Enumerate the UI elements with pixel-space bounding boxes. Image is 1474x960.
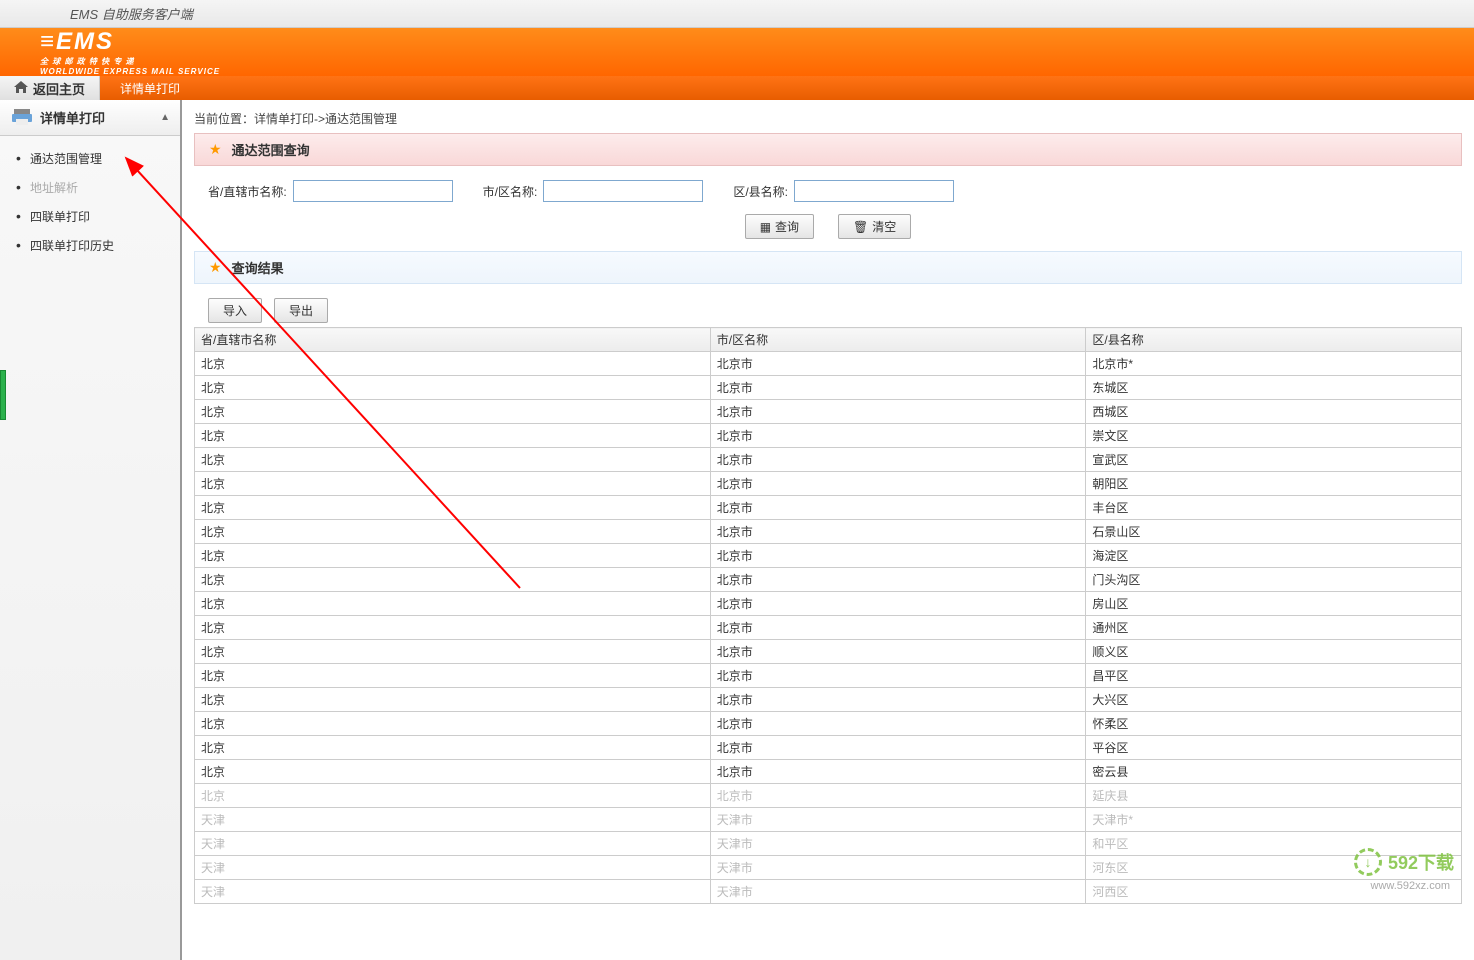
- table-header-0: 省/直辖市名称: [195, 328, 711, 352]
- clear-button[interactable]: 🗑 清空: [838, 214, 911, 239]
- city-input[interactable]: [543, 180, 703, 202]
- table-row[interactable]: 天津天津市河东区: [195, 856, 1462, 880]
- table-row[interactable]: 北京北京市海淀区: [195, 544, 1462, 568]
- export-button-label: 导出: [289, 302, 313, 319]
- import-button-label: 导入: [223, 302, 247, 319]
- table-row[interactable]: 北京北京市平谷区: [195, 736, 1462, 760]
- table-row[interactable]: 北京北京市门头沟区: [195, 568, 1462, 592]
- watermark-icon: ↓: [1354, 848, 1382, 876]
- table-row[interactable]: 北京北京市丰台区: [195, 496, 1462, 520]
- star-icon: ★: [209, 259, 222, 276]
- table-row[interactable]: 北京北京市顺义区: [195, 640, 1462, 664]
- printer-icon: [10, 109, 34, 127]
- county-input[interactable]: [794, 180, 954, 202]
- query-button[interactable]: ▦ 查询: [745, 214, 814, 239]
- query-button-label: 查询: [775, 218, 799, 235]
- watermark-text: 592下载: [1388, 849, 1454, 875]
- table-row[interactable]: 北京北京市房山区: [195, 592, 1462, 616]
- breadcrumb: 当前位置：详情单打印->通达范围管理: [194, 110, 1462, 127]
- table-row[interactable]: 天津天津市河西区: [195, 880, 1462, 904]
- import-export-row: 导入 导出: [194, 294, 1462, 327]
- header-banner: ≡EMS 全 球 邮 政 特 快 专 递 WORLDWIDE EXPRESS M…: [0, 28, 1474, 76]
- table-row[interactable]: 北京北京市大兴区: [195, 688, 1462, 712]
- table-row[interactable]: 北京北京市北京市*: [195, 352, 1462, 376]
- star-icon: ★: [209, 141, 222, 158]
- table-row[interactable]: 北京北京市崇文区: [195, 424, 1462, 448]
- sidebar-item-1[interactable]: 地址解析: [0, 173, 180, 202]
- sidebar-item-2[interactable]: 四联单打印: [0, 202, 180, 231]
- table-header-2: 区/县名称: [1086, 328, 1462, 352]
- button-row: ▦ 查询 🗑 清空: [194, 214, 1462, 251]
- sidebar: 详情单打印 ▲ 通达范围管理地址解析四联单打印四联单打印历史: [0, 100, 182, 960]
- export-button[interactable]: 导出: [274, 298, 328, 323]
- nav-bar: 返回主页 详情单打印: [0, 76, 1474, 100]
- result-table: 省/直辖市名称市/区名称区/县名称 北京北京市北京市*北京北京市东城区北京北京市…: [194, 327, 1462, 904]
- nav-active-tab[interactable]: 详情单打印: [100, 76, 280, 100]
- table-header-1: 市/区名称: [710, 328, 1086, 352]
- section-query-title: 通达范围查询: [232, 140, 310, 159]
- province-input[interactable]: [293, 180, 453, 202]
- province-label: 省/直辖市名称:: [208, 183, 287, 200]
- table-row[interactable]: 北京北京市东城区: [195, 376, 1462, 400]
- sidebar-item-3[interactable]: 四联单打印历史: [0, 231, 180, 260]
- import-button[interactable]: 导入: [208, 298, 262, 323]
- clear-button-label: 清空: [872, 218, 896, 235]
- table-row[interactable]: 北京北京市通州区: [195, 616, 1462, 640]
- window-title-bar: EMS 自助服务客户端: [0, 0, 1474, 28]
- table-row[interactable]: 北京北京市石景山区: [195, 520, 1462, 544]
- content-area: 当前位置：详情单打印->通达范围管理 ★ 通达范围查询 省/直辖市名称: 市/区…: [182, 100, 1474, 960]
- table-row[interactable]: 北京北京市密云县: [195, 760, 1462, 784]
- logo-sub-en: WORLDWIDE EXPRESS MAIL SERVICE: [40, 67, 220, 76]
- city-label: 市/区名称:: [483, 183, 538, 200]
- table-row[interactable]: 天津天津市和平区: [195, 832, 1462, 856]
- sidebar-menu: 通达范围管理地址解析四联单打印四联单打印历史: [0, 136, 180, 268]
- nav-tab-label: 详情单打印: [120, 80, 180, 97]
- section-result-title: 查询结果: [232, 258, 284, 277]
- search-icon: ▦: [760, 220, 771, 234]
- collapse-icon[interactable]: ▲: [160, 112, 170, 123]
- nav-home-button[interactable]: 返回主页: [0, 76, 100, 100]
- sidebar-header[interactable]: 详情单打印 ▲: [0, 100, 180, 136]
- sidebar-item-0[interactable]: 通达范围管理: [0, 144, 180, 173]
- home-icon: [14, 81, 28, 96]
- section-result-header: ★ 查询结果: [194, 251, 1462, 284]
- table-row[interactable]: 北京北京市宣武区: [195, 448, 1462, 472]
- table-row[interactable]: 北京北京市昌平区: [195, 664, 1462, 688]
- nav-home-label: 返回主页: [33, 79, 85, 98]
- table-row[interactable]: 北京北京市延庆县: [195, 784, 1462, 808]
- section-query-header: ★ 通达范围查询: [194, 133, 1462, 166]
- watermark: ↓ 592下载: [1354, 848, 1454, 876]
- sidebar-header-label: 详情单打印: [40, 108, 160, 127]
- left-green-strip: [0, 370, 6, 420]
- logo-sub-cn: 全 球 邮 政 特 快 专 递: [40, 56, 220, 67]
- search-row: 省/直辖市名称: 市/区名称: 区/县名称:: [194, 176, 1462, 214]
- county-label: 区/县名称:: [733, 183, 788, 200]
- app-title: EMS 自助服务客户端: [70, 7, 193, 22]
- ems-logo: ≡EMS 全 球 邮 政 特 快 专 递 WORLDWIDE EXPRESS M…: [40, 28, 220, 76]
- watermark-url: www.592xz.com: [1371, 880, 1450, 892]
- table-row[interactable]: 北京北京市西城区: [195, 400, 1462, 424]
- trash-icon: 🗑: [853, 220, 868, 234]
- logo-main: ≡EMS: [40, 28, 114, 55]
- table-row[interactable]: 天津天津市天津市*: [195, 808, 1462, 832]
- table-row[interactable]: 北京北京市朝阳区: [195, 472, 1462, 496]
- table-row[interactable]: 北京北京市怀柔区: [195, 712, 1462, 736]
